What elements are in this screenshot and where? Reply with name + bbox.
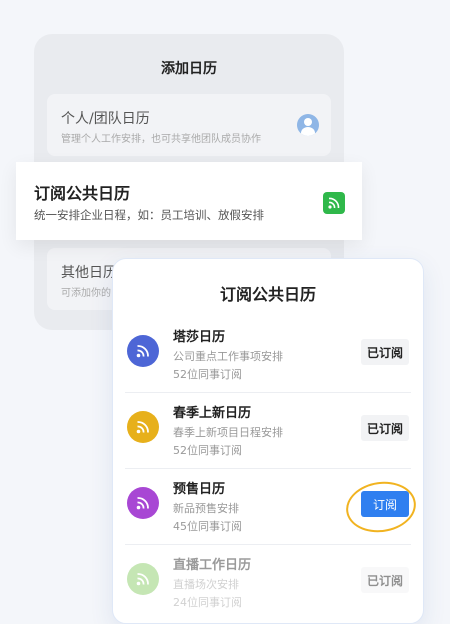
- calendar-row: 直播工作日历 直播场次安排 24位同事订阅 已订阅: [113, 545, 423, 621]
- modal-title: 订阅公共日历: [219, 285, 316, 304]
- calendar-row: 预售日历 新品预售安排 45位同事订阅 订阅: [113, 469, 423, 545]
- calendar-name: 春季上新日历: [173, 406, 252, 421]
- subscriber-count: 52位同事订阅: [173, 368, 242, 381]
- rss-icon: [127, 411, 159, 443]
- card-title: 订阅公共日历: [34, 184, 131, 203]
- card-subtitle: 统一安排企业日程，如：员工培训、放假安排: [34, 208, 264, 222]
- calendar-desc: 公司重点工作事项安排: [173, 350, 283, 363]
- subscribed-button[interactable]: 已订阅: [361, 567, 409, 593]
- subscriber-count: 24位同事订阅: [173, 596, 242, 609]
- calendar-name: 预售日历: [173, 482, 226, 497]
- calendar-row: 塔莎日历 公司重点工作事项安排 52位同事订阅 已订阅: [113, 317, 423, 393]
- subscribed-button[interactable]: 已订阅: [361, 339, 409, 365]
- panel-title: 添加日历: [161, 61, 217, 77]
- subscribe-button[interactable]: 订阅: [361, 491, 409, 517]
- option-title: 个人/团队日历: [61, 111, 150, 127]
- rss-icon: [127, 563, 159, 595]
- subscribed-button[interactable]: 已订阅: [361, 415, 409, 441]
- calendar-name: 塔莎日历: [173, 330, 226, 345]
- calendar-name: 直播工作日历: [173, 558, 252, 573]
- option-title: 其他日历: [61, 265, 117, 281]
- calendar-row: 春季上新日历 春季上新项目日程安排 52位同事订阅 已订阅: [113, 393, 423, 469]
- subscriber-count: 45位同事订阅: [173, 520, 242, 533]
- calendar-desc: 新品预售安排: [173, 502, 239, 515]
- subscribe-calendar-modal: 订阅公共日历 塔莎日历 公司重点工作事项安排 52位同事订阅 已订阅 春季上新日…: [112, 258, 424, 624]
- rss-icon: [127, 487, 159, 519]
- calendar-desc: 直播场次安排: [173, 578, 239, 591]
- rss-icon: [323, 192, 345, 214]
- option-subtitle: 可添加你的: [61, 288, 111, 299]
- rss-icon: [127, 335, 159, 367]
- user-avatar-icon: [297, 114, 319, 136]
- personal-calendar-option[interactable]: 个人/团队日历 管理个人工作安排，也可共享他团队成员协作: [47, 94, 331, 156]
- option-subtitle: 管理个人工作安排，也可共享他团队成员协作: [61, 134, 261, 145]
- subscribe-public-calendar-card[interactable]: 订阅公共日历 统一安排企业日程，如：员工培训、放假安排: [16, 162, 362, 240]
- calendar-desc: 春季上新项目日程安排: [173, 426, 283, 439]
- subscriber-count: 52位同事订阅: [173, 444, 242, 457]
